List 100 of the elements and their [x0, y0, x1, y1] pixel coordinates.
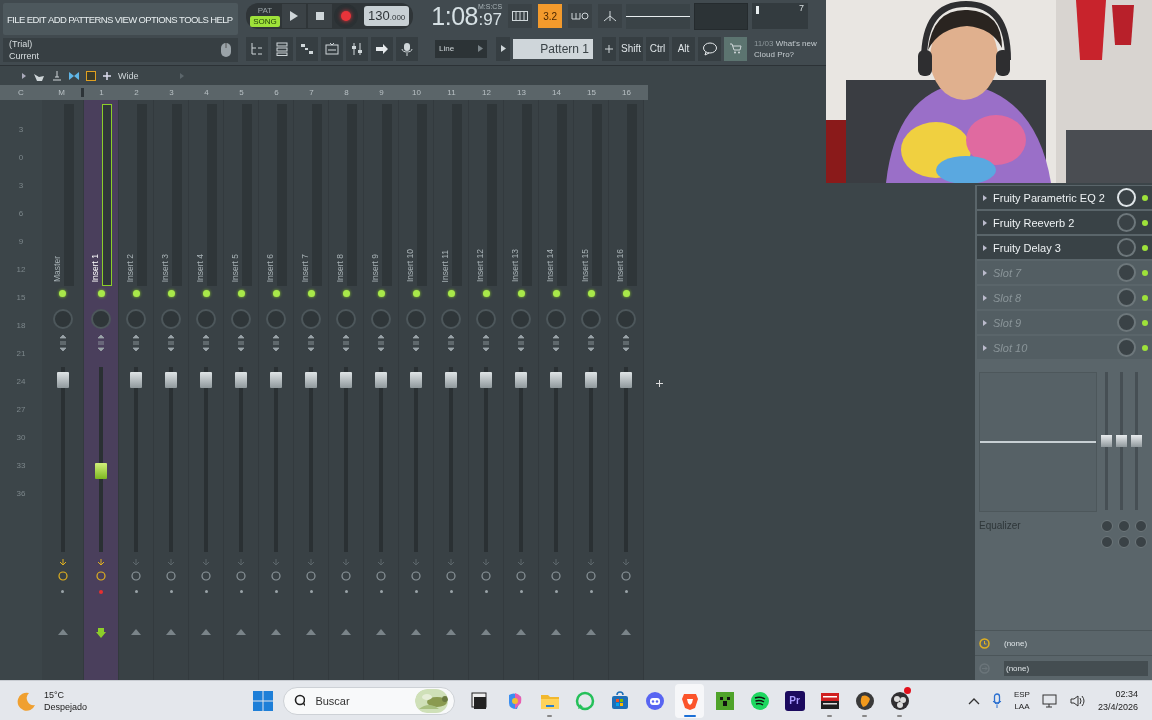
stereo-arrows-icon[interactable] [58, 335, 67, 351]
stereo-label[interactable]: Wide [118, 70, 139, 81]
stereo-arrows-icon[interactable] [132, 335, 140, 351]
up-arrow-icon[interactable] [586, 627, 596, 637]
menu-item[interactable]: OPTIONS [138, 13, 178, 25]
monitor-icon[interactable] [1041, 693, 1058, 708]
pin-icon[interactable] [52, 70, 62, 81]
mixer-track[interactable]: Insert 13 [504, 100, 539, 680]
weather-condition[interactable]: Despejado [44, 700, 88, 713]
chevron-up-icon[interactable] [967, 696, 980, 705]
bowtie-icon[interactable] [69, 70, 79, 81]
up-arrow-icon[interactable] [271, 627, 281, 637]
effect-slot[interactable]: Fruity Delay 3 [977, 236, 1152, 259]
search-bar[interactable]: Buscar [283, 686, 455, 715]
band-knob[interactable] [1135, 536, 1147, 548]
taskbar-clock[interactable]: 02:34 23/4/2026 [1097, 687, 1138, 714]
square-icon[interactable] [86, 70, 96, 81]
up-arrow-icon[interactable] [131, 627, 141, 637]
search-field[interactable]: Buscar [313, 693, 408, 708]
up-arrow-icon[interactable] [621, 627, 631, 637]
slot-led[interactable] [1142, 219, 1148, 226]
band-fader[interactable] [1131, 435, 1142, 447]
slot-led[interactable] [1142, 319, 1148, 326]
toolbar-button[interactable] [371, 36, 393, 61]
stereo-arrows-icon[interactable] [97, 335, 105, 351]
track-led[interactable] [237, 290, 245, 297]
track-led[interactable] [412, 290, 420, 297]
stereo-arrows-icon[interactable] [237, 335, 245, 351]
up-arrow-icon[interactable] [236, 627, 246, 637]
band-knob[interactable] [1101, 536, 1113, 548]
volume-fader[interactable] [165, 371, 177, 388]
mixer-track[interactable]: Insert 12 [469, 100, 504, 680]
stereo-arrows-icon[interactable] [587, 335, 595, 351]
shop-button[interactable] [724, 36, 747, 61]
microphone-icon[interactable] [991, 692, 1002, 709]
metronome-toggle[interactable] [598, 4, 623, 29]
volume-fader[interactable] [200, 371, 212, 388]
play-button[interactable] [282, 4, 306, 29]
toolbar-button[interactable] [346, 36, 368, 61]
mode-switch[interactable]: PAT [250, 5, 280, 17]
mixer-track[interactable]: Insert 3 [154, 100, 189, 680]
help-button[interactable] [698, 36, 721, 61]
track-led[interactable] [622, 290, 630, 297]
menu-item[interactable]: TOOLS [179, 13, 209, 25]
mode-switch[interactable]: SONG [250, 16, 280, 28]
volume-fader[interactable] [56, 371, 69, 388]
up-arrow-icon[interactable] [201, 627, 211, 637]
volume-fader[interactable] [305, 371, 317, 388]
volume-fader[interactable] [480, 371, 492, 388]
stereo-arrows-icon[interactable] [202, 335, 210, 351]
speaker-icon[interactable] [1069, 693, 1086, 708]
volume-fader[interactable] [375, 371, 387, 388]
mixer-track[interactable]: Insert 11 [434, 100, 469, 680]
stereo-arrows-icon[interactable] [377, 335, 385, 351]
band-knob[interactable] [1118, 536, 1130, 548]
mixer-track[interactable]: Insert 6 [259, 100, 294, 680]
up-arrow-icon[interactable] [551, 627, 561, 637]
mixer-track[interactable]: Insert 7 [294, 100, 329, 680]
track-led[interactable] [552, 290, 560, 297]
menu-item[interactable]: HELP [210, 13, 233, 25]
tempo-field[interactable]: 130.000 [364, 6, 410, 27]
band-knob[interactable] [1101, 520, 1113, 532]
volume-fader[interactable] [95, 462, 107, 479]
weather-temperature[interactable]: 15°C [44, 688, 88, 701]
input-selector[interactable]: (none) [975, 630, 1152, 655]
track-led[interactable] [307, 290, 315, 297]
menu-item[interactable]: PATTERNS [68, 13, 113, 25]
add-pattern-button[interactable] [602, 36, 616, 61]
blend-toggle[interactable] [568, 4, 593, 29]
news-text[interactable]: 11/03 What's new [754, 37, 817, 49]
mixer-track[interactable]: Insert 5 [224, 100, 259, 680]
modifier-key[interactable]: Ctrl [646, 36, 669, 61]
slot-led[interactable] [1142, 194, 1148, 201]
up-arrow-icon[interactable] [306, 627, 316, 637]
up-arrow-icon[interactable] [516, 627, 526, 637]
slot-led[interactable] [1142, 344, 1148, 351]
slot-led[interactable] [1142, 294, 1148, 301]
modifier-key[interactable]: Alt [672, 36, 695, 61]
track-led[interactable] [167, 290, 175, 297]
up-arrow-icon[interactable] [57, 627, 68, 637]
keyboard-toggle[interactable] [508, 4, 533, 29]
news-panel[interactable]: 11/03 What's new Cloud Pro? [754, 37, 817, 60]
pattern-selector[interactable]: Pattern 1 [513, 38, 593, 59]
track-led[interactable] [377, 290, 385, 297]
track-led[interactable] [342, 290, 350, 297]
countdown-toggle[interactable]: 3.2 [538, 4, 563, 29]
start-icon[interactable] [253, 690, 273, 711]
menu-item[interactable]: EDIT [26, 13, 46, 25]
slot-led[interactable] [1142, 244, 1148, 251]
mixer-track[interactable]: Insert 15 [574, 100, 609, 680]
volume-fader[interactable] [550, 371, 562, 388]
band-knob[interactable] [1135, 520, 1147, 532]
mixer-track[interactable]: Insert 2 [119, 100, 154, 680]
volume-fader[interactable] [340, 371, 352, 388]
effect-slot[interactable]: Fruity Parametric EQ 2 [977, 186, 1152, 209]
volume-fader[interactable] [130, 371, 142, 388]
menu-item[interactable]: FILE [7, 13, 25, 25]
track-led[interactable] [482, 290, 490, 297]
down-arrow-icon[interactable] [96, 628, 106, 638]
stereo-arrows-icon[interactable] [622, 335, 630, 351]
